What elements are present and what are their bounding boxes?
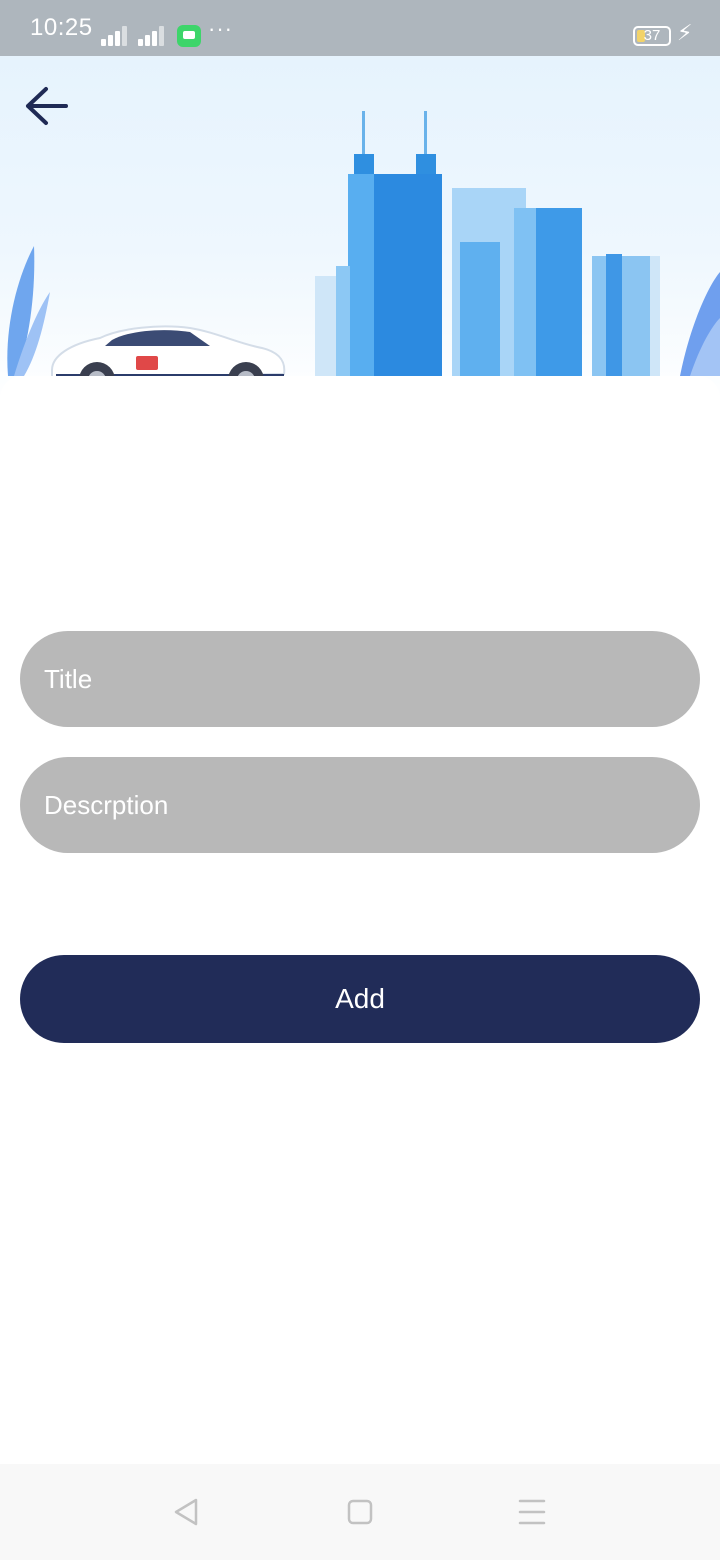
message-icon — [177, 25, 201, 47]
description-input[interactable] — [20, 757, 700, 853]
nav-back-button[interactable] — [156, 1492, 216, 1532]
charging-icon: ⚡ — [677, 20, 693, 45]
signal-icon — [138, 22, 168, 46]
header-illustration — [0, 56, 720, 406]
back-button[interactable] — [24, 86, 88, 142]
signal-icon — [101, 22, 131, 46]
battery-level: 37 — [643, 27, 661, 44]
city-skyline-illustration — [7, 111, 720, 400]
nav-menu-icon — [518, 1499, 546, 1525]
title-input[interactable] — [20, 631, 700, 727]
nav-menu-button[interactable] — [502, 1492, 562, 1532]
status-time: 10:25 — [30, 14, 93, 41]
nav-home-button[interactable] — [330, 1492, 390, 1532]
nav-home-icon — [347, 1499, 373, 1525]
add-screen: 10:25 ··· 37 ⚡ Title Descrption Add — [0, 0, 720, 1560]
status-bar: 10:25 ··· 37 ⚡ — [0, 0, 720, 56]
arrow-left-icon — [26, 87, 68, 125]
navigation-bar — [0, 1464, 720, 1560]
more-icon: ··· — [208, 16, 233, 41]
add-button[interactable]: Add — [20, 955, 700, 1043]
battery-icon: 37 — [633, 26, 671, 46]
nav-back-icon — [174, 1498, 198, 1526]
form-card — [0, 376, 720, 1464]
